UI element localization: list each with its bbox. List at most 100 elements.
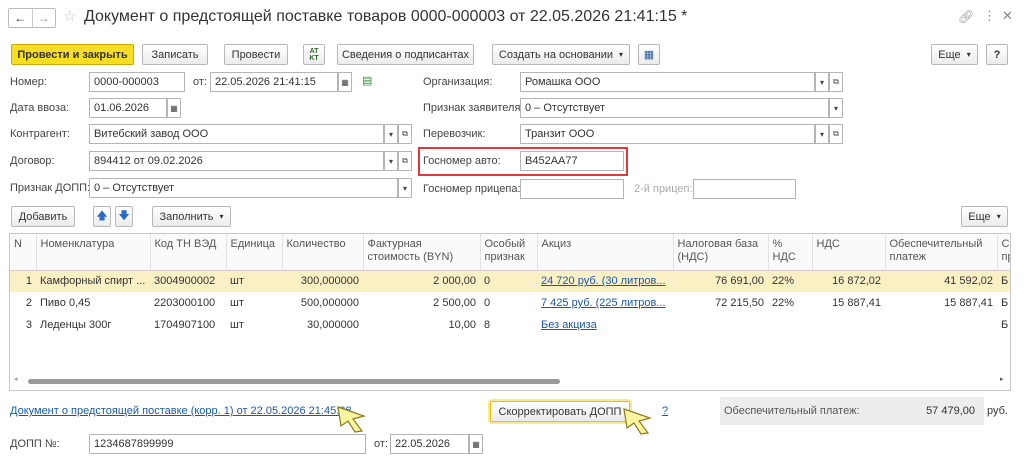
calendar-icon[interactable]: ▦ — [338, 72, 352, 92]
cell-nomenclature[interactable]: Леденцы 300г — [36, 314, 150, 336]
cell-excise-link[interactable]: Без акциза — [537, 314, 673, 336]
correct-dopp-button[interactable]: Скорректировать ДОПП — [490, 401, 630, 422]
cell-tn-code[interactable]: 3004900002 — [150, 270, 226, 292]
chevron-down-icon[interactable]: ▾ — [398, 178, 412, 198]
date-field[interactable]: 22.05.2026 21:41:15 — [210, 72, 338, 92]
move-up-button[interactable]: 🡅 — [93, 206, 111, 227]
scroll-left-icon[interactable]: ◂ — [14, 375, 18, 383]
table-row[interactable]: 1 Камфорный спирт ... 3004900002 шт 300,… — [10, 270, 1010, 292]
column-header[interactable]: С пр — [997, 234, 1010, 271]
move-down-button[interactable]: 🡇 — [115, 206, 133, 227]
cell-excise-link[interactable]: 7 425 руб. (225 литров... — [537, 292, 673, 314]
favorite-star-icon[interactable]: ☆ — [63, 7, 76, 25]
cell-quantity[interactable]: 30,000000 — [282, 314, 363, 336]
column-header[interactable]: Код ТН ВЭД — [150, 234, 227, 271]
cell-extra[interactable]: Б — [997, 292, 1010, 314]
trailer-field[interactable] — [520, 179, 624, 199]
help-button[interactable]: ? — [986, 44, 1008, 65]
import-date-field[interactable]: 01.06.2026 — [89, 98, 167, 118]
contractor-field[interactable]: Витебский завод ООО — [89, 124, 384, 144]
cell-unit[interactable]: шт — [226, 292, 282, 314]
chevron-down-icon[interactable]: ▾ — [384, 151, 398, 171]
cell-number[interactable]: 1 — [10, 270, 36, 292]
back-arrow-icon[interactable]: ← — [9, 9, 33, 27]
excise-link[interactable]: 24 720 руб. (30 литров... — [541, 275, 666, 287]
column-header[interactable]: Особый признак — [480, 234, 538, 271]
excise-link[interactable]: 7 425 руб. (225 литров... — [541, 297, 666, 309]
cell-vat-rate[interactable] — [768, 314, 812, 336]
fill-button[interactable]: Заполнить ▾ — [152, 206, 231, 227]
contract-field[interactable]: 894412 от 09.02.2026 — [89, 151, 384, 171]
cell-vat[interactable]: 15 887,41 — [812, 292, 885, 314]
cell-tax-base[interactable] — [673, 314, 768, 336]
cell-vat[interactable] — [812, 314, 885, 336]
cell-guarantee[interactable]: 15 887,41 — [885, 292, 997, 314]
dopp-number-field[interactable]: 1234687899999 — [89, 434, 366, 454]
chevron-down-icon[interactable]: ▾ — [829, 98, 843, 118]
scrollbar-thumb[interactable] — [28, 379, 560, 384]
close-icon[interactable]: ✕ — [1002, 8, 1013, 24]
cell-guarantee[interactable]: 41 592,02 — [885, 270, 997, 292]
cell-tax-base[interactable]: 76 691,00 — [673, 270, 768, 292]
column-header[interactable]: Фактурная стоимость (BYN) — [363, 234, 481, 271]
open-icon[interactable]: ⧉ — [829, 124, 843, 144]
forward-arrow-icon[interactable]: → — [33, 9, 56, 27]
column-header[interactable]: Налоговая база (НДС) — [673, 234, 769, 271]
cell-special-sign[interactable]: 0 — [480, 270, 537, 292]
cell-invoice-cost[interactable]: 2 000,00 — [363, 270, 480, 292]
cell-number[interactable]: 2 — [10, 292, 36, 314]
cell-quantity[interactable]: 300,000000 — [282, 270, 363, 292]
cell-nomenclature[interactable]: Камфорный спирт ... — [36, 270, 150, 292]
post-and-close-button[interactable]: Провести и закрыть — [11, 44, 134, 65]
column-header[interactable]: Количество — [282, 234, 364, 271]
column-header[interactable]: Обеспечительный платеж — [885, 234, 998, 271]
number-field[interactable]: 0000-000003 — [89, 72, 185, 92]
kebab-menu-icon[interactable]: ⋮ — [983, 8, 996, 24]
cell-invoice-cost[interactable]: 2 500,00 — [363, 292, 480, 314]
calendar-icon[interactable]: ▦ — [167, 98, 181, 118]
write-button[interactable]: Записать — [142, 44, 208, 65]
cell-invoice-cost[interactable]: 10,00 — [363, 314, 480, 336]
add-button[interactable]: Добавить — [11, 206, 75, 227]
help-link[interactable]: ? — [662, 405, 668, 417]
cell-tn-code[interactable]: 2203000100 — [150, 292, 226, 314]
trailer2-field[interactable] — [693, 179, 796, 199]
post-button[interactable]: Провести — [224, 44, 288, 65]
cell-vat-rate[interactable]: 22% — [768, 270, 812, 292]
chevron-down-icon[interactable]: ▾ — [815, 72, 829, 92]
calendar-icon[interactable]: ▦ — [469, 434, 483, 454]
cell-extra[interactable]: Б — [997, 314, 1010, 336]
cell-excise-link[interactable]: 24 720 руб. (30 литров... — [537, 270, 673, 292]
column-header[interactable]: % НДС — [768, 234, 813, 271]
chevron-down-icon[interactable]: ▾ — [815, 124, 829, 144]
dopp-sign-field[interactable]: 0 – Отсутствует — [89, 178, 398, 198]
link-icon[interactable]: 🔗︎ — [958, 9, 975, 25]
cell-special-sign[interactable]: 0 — [480, 292, 537, 314]
horizontal-scrollbar[interactable]: ◂ ▸ — [14, 375, 1008, 385]
cell-vat-rate[interactable]: 22% — [768, 292, 812, 314]
plate-field[interactable]: В452АА77 — [520, 151, 624, 171]
table-more-button[interactable]: Еще ▾ — [961, 206, 1008, 227]
more-button[interactable]: Еще ▾ — [931, 44, 978, 65]
open-icon[interactable]: ⧉ — [398, 124, 412, 144]
cell-tax-base[interactable]: 72 215,50 — [673, 292, 768, 314]
cell-vat[interactable]: 16 872,02 — [812, 270, 885, 292]
column-header[interactable]: Акциз — [537, 234, 674, 271]
dopp-date-field[interactable]: 22.05.2026 — [390, 434, 469, 454]
cell-number[interactable]: 3 — [10, 314, 36, 336]
column-header[interactable]: N — [10, 234, 37, 271]
cell-special-sign[interactable]: 8 — [480, 314, 537, 336]
cell-quantity[interactable]: 500,000000 — [282, 292, 363, 314]
column-header[interactable]: Номенклатура — [36, 234, 151, 271]
carrier-field[interactable]: Транзит ООО — [520, 124, 815, 144]
chevron-down-icon[interactable]: ▾ — [384, 124, 398, 144]
column-header[interactable]: НДС — [812, 234, 886, 271]
scroll-right-icon[interactable]: ▸ — [1000, 375, 1004, 383]
organization-field[interactable]: Ромашка ООО — [520, 72, 815, 92]
cell-unit[interactable]: шт — [226, 314, 282, 336]
report-button[interactable]: ▦ — [638, 44, 660, 65]
correction-document-link[interactable]: Документ о предстоящей поставке (корр. 1… — [10, 405, 352, 417]
spellcheck-button[interactable]: AT KT — [303, 44, 325, 65]
excise-link[interactable]: Без акциза — [541, 319, 597, 331]
cell-nomenclature[interactable]: Пиво 0,45 — [36, 292, 150, 314]
